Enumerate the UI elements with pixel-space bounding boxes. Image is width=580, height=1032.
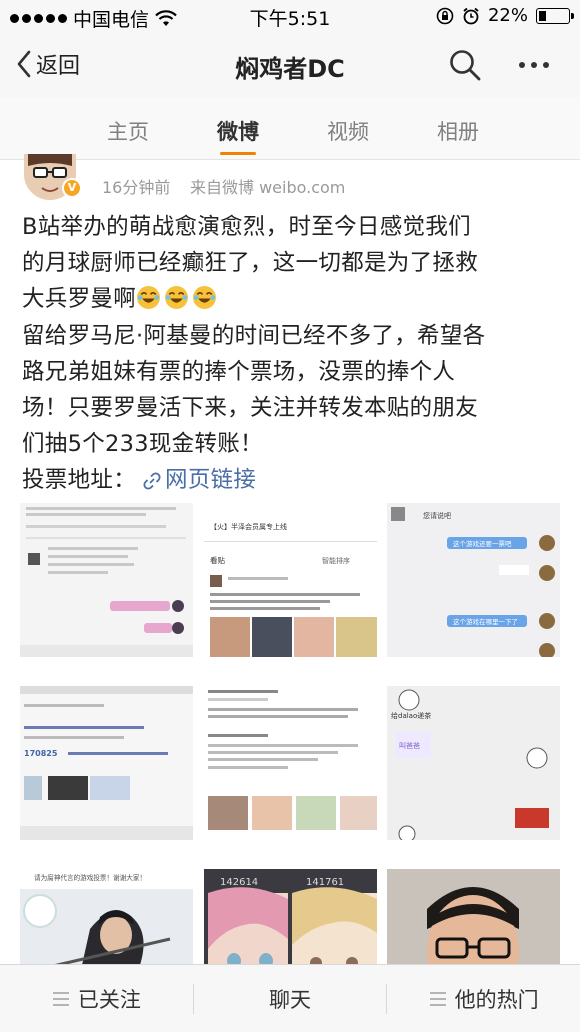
comment-thread-image bbox=[204, 686, 377, 840]
thumb8-left-number: 142614 bbox=[220, 877, 258, 888]
web-link-label: 网页链接 bbox=[165, 467, 257, 494]
back-button[interactable]: 返回 bbox=[16, 48, 80, 80]
bottom-toolbar: 已关注 聊天 他的热门 bbox=[0, 964, 580, 1032]
status-right: 22% bbox=[436, 5, 574, 26]
thumb7-caption: 请为腐神代言的游戏投票！谢谢大家！ bbox=[34, 873, 146, 882]
post-line: 场！只要罗曼活下来，关注并转发本贴的朋友 bbox=[22, 395, 479, 422]
thumb6-label: 给dalao递茶 bbox=[391, 711, 431, 720]
image-thumbnail[interactable]: 给dalao递茶 叫爸爸 bbox=[387, 686, 560, 840]
search-button[interactable] bbox=[448, 48, 482, 82]
forum-screenshot-image: 【火】半泽会员属专上线 看贴 智能排序 bbox=[204, 503, 377, 657]
thumb8-right-number: 141761 bbox=[306, 877, 344, 888]
page-title: 焖鸡者DC bbox=[235, 55, 345, 83]
thumb4-number: 170825 bbox=[24, 749, 58, 758]
link-icon bbox=[143, 471, 161, 490]
web-link[interactable]: 网页链接 bbox=[142, 462, 256, 498]
tab-home[interactable]: 主页 bbox=[102, 98, 154, 159]
thumb3-bubble1: 这个游戏还要一票吧 bbox=[453, 539, 512, 548]
vote-row: 投票地址： 网页链接 bbox=[22, 462, 562, 498]
crying-laughing-emoji-icon bbox=[165, 286, 188, 310]
post-time: 16分钟前 bbox=[102, 178, 171, 197]
tab-album[interactable]: 相册 bbox=[432, 98, 484, 159]
post-line: 大兵罗曼啊 bbox=[22, 286, 137, 313]
image-thumbnail[interactable]: 您请说吧 这个游戏还要一票吧 这个游戏在哪里一下了 bbox=[387, 503, 560, 657]
hot-posts-button[interactable]: 他的热门 bbox=[387, 984, 580, 1014]
more-dot-icon bbox=[531, 62, 537, 68]
chat-bubbles-image: 您请说吧 这个游戏还要一票吧 这个游戏在哪里一下了 bbox=[387, 503, 560, 657]
followed-label: 已关注 bbox=[77, 987, 141, 1012]
post-header: V 16分钟前 来自微博 weibo.com bbox=[0, 154, 580, 204]
thumb2-sort: 智能排序 bbox=[322, 556, 350, 565]
more-button[interactable] bbox=[514, 48, 554, 82]
tab-video[interactable]: 视频 bbox=[322, 98, 374, 159]
followed-button[interactable]: 已关注 bbox=[0, 984, 193, 1014]
image-thumbnail[interactable]: 【火】半泽会员属专上线 看贴 智能排序 bbox=[204, 503, 377, 657]
battery-icon bbox=[536, 7, 574, 24]
menu-lines-icon bbox=[52, 991, 69, 1006]
rotation-lock-icon bbox=[436, 7, 454, 24]
chevron-left-icon bbox=[17, 50, 31, 78]
alarm-icon bbox=[463, 7, 479, 24]
crying-laughing-emoji-icon bbox=[137, 286, 160, 310]
post-line: 路兄弟姐妹有票的捧个票场，没票的捧个人 bbox=[22, 358, 456, 385]
post-source: 来自微博 weibo.com bbox=[190, 178, 346, 197]
image-thumbnail[interactable] bbox=[20, 503, 193, 657]
thumb3-bubble2: 这个游戏在哪里一下了 bbox=[453, 617, 518, 626]
back-label: 返回 bbox=[36, 54, 81, 79]
post-text: B站举办的萌战愈演愈烈，时至今日感觉我们 的月球厨师已经癫狂了，这一切都是为了拯… bbox=[22, 209, 562, 499]
vote-label: 投票地址： bbox=[22, 467, 137, 494]
more-dot-icon bbox=[519, 62, 525, 68]
menu-lines-icon bbox=[429, 991, 446, 1006]
more-dot-icon bbox=[543, 62, 549, 68]
hot-posts-label: 他的热门 bbox=[454, 987, 539, 1012]
thumb6-sticker: 叫爸爸 bbox=[399, 741, 420, 750]
post-line-with-emoji: 大兵罗曼啊 bbox=[22, 281, 562, 317]
thumb2-tab: 看贴 bbox=[210, 555, 225, 565]
thumb3-title: 您请说吧 bbox=[423, 511, 451, 520]
image-grid: 【火】半泽会员属专上线 看贴 智能排序 您请说吧 这个游戏还要一票吧 这个游戏在… bbox=[20, 503, 561, 1023]
verified-badge-icon: V bbox=[62, 178, 82, 198]
profile-tabs: 主页 微博 视频 相册 bbox=[0, 98, 580, 160]
navigation-bar: 返回 焖鸡者DC bbox=[0, 34, 580, 98]
post-line: B站举办的萌战愈演愈烈，时至今日感觉我们 bbox=[22, 214, 471, 240]
thumb2-title: 【火】半泽会员属专上线 bbox=[210, 522, 287, 531]
search-icon bbox=[450, 50, 481, 81]
image-thumbnail[interactable]: 170825 bbox=[20, 686, 193, 840]
announcement-screenshot-image: 170825 bbox=[20, 686, 193, 840]
chat-label: 聊天 bbox=[269, 987, 311, 1012]
post-line: 们抽5个233现金转账！ bbox=[22, 431, 263, 458]
crying-laughing-emoji-icon bbox=[193, 286, 216, 310]
chat-screenshot-image bbox=[20, 503, 193, 657]
post-line: 的月球厨师已经癫狂了，这一切都是为了拯救 bbox=[22, 250, 479, 277]
image-thumbnail[interactable] bbox=[204, 686, 377, 840]
sticker-meme-image: 给dalao递茶 叫爸爸 bbox=[387, 686, 560, 840]
tab-weibo[interactable]: 微博 bbox=[212, 98, 264, 159]
status-bar: 中国电信 下午5:51 22% bbox=[0, 0, 580, 34]
chat-button[interactable]: 聊天 bbox=[194, 984, 387, 1014]
post-line: 留给罗马尼·阿基曼的时间已经不多了，希望各 bbox=[22, 322, 486, 349]
battery-percent: 22% bbox=[487, 5, 528, 26]
